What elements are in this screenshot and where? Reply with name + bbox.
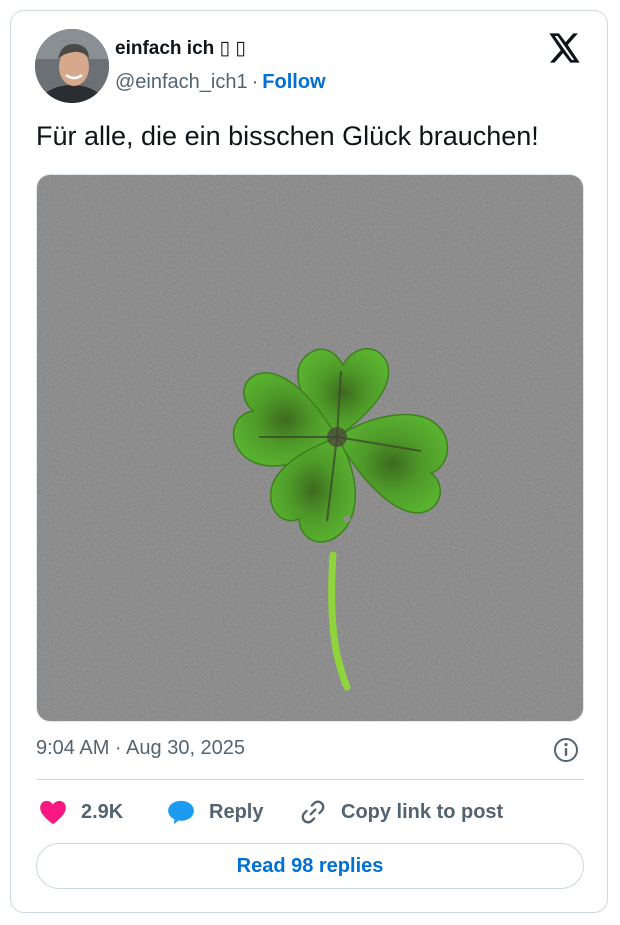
display-name[interactable]: einfach ich ▯ ▯ (115, 37, 246, 60)
handle-row: @einfach_ich1 · Follow (115, 71, 326, 94)
like-count: 2.9K (81, 800, 124, 823)
follow-button[interactable]: Follow (262, 71, 325, 93)
info-icon[interactable] (553, 737, 579, 763)
copy-link-label: Copy link to post (341, 800, 504, 823)
tweet-text: Für alle, die ein bisschen Glück brauche… (36, 121, 539, 151)
tweet-timestamp[interactable]: 9:04 AM · Aug 30, 2025 (36, 737, 245, 760)
reply-label: Reply (209, 800, 264, 823)
copy-link-button[interactable]: Copy link to post (299, 795, 503, 829)
tweet-card: einfach ich ▯ ▯ @einfach_ich1 · Follow Für… (10, 10, 608, 913)
tweet-photo-four-leaf-clover[interactable] (36, 174, 584, 722)
x-logo-icon[interactable] (549, 33, 581, 63)
read-replies-button[interactable]: Read 98 replies (36, 843, 584, 889)
reply-button[interactable]: Reply (167, 795, 263, 829)
speech-bubble-icon (168, 800, 194, 825)
separator-dot: · (251, 71, 259, 93)
avatar[interactable] (35, 29, 109, 103)
user-handle[interactable]: @einfach_ich1 (115, 71, 248, 93)
heart-icon (40, 800, 66, 825)
link-icon (301, 800, 325, 824)
divider (36, 779, 584, 780)
like-button[interactable]: 2.9K (39, 795, 123, 829)
